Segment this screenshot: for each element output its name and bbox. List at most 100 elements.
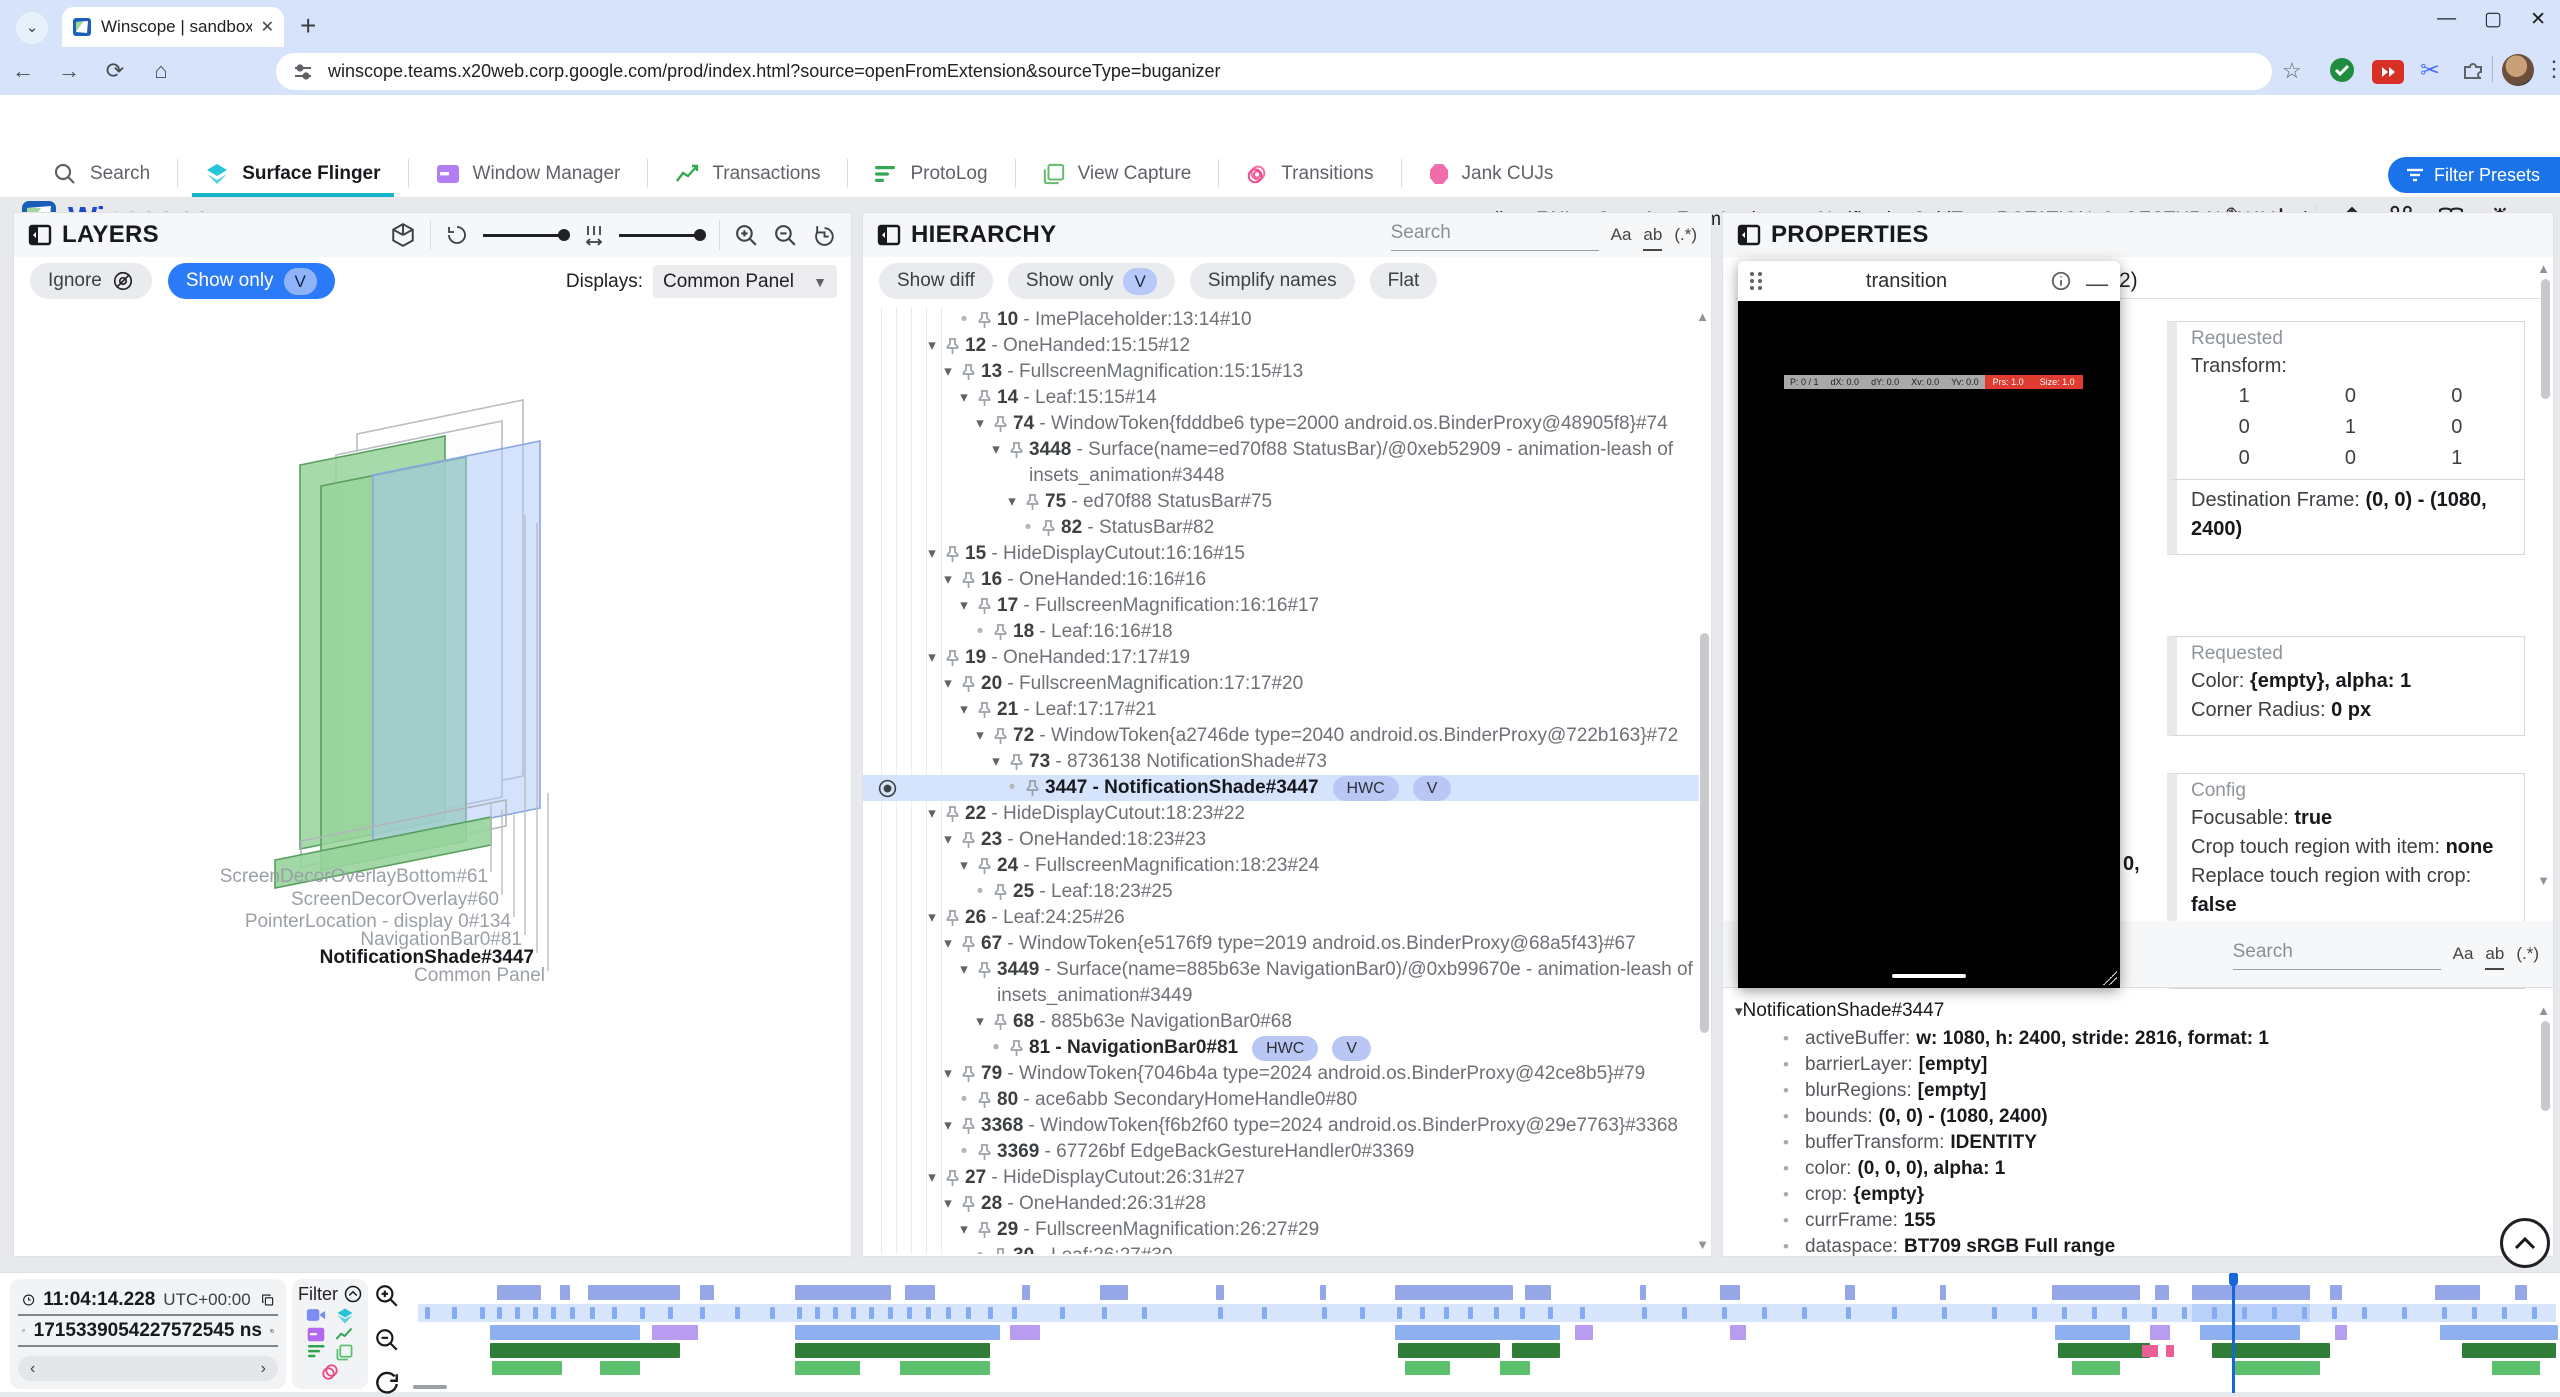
expand-arrow-icon[interactable]: ▾: [952, 853, 976, 879]
expand-arrow-icon[interactable]: ▾: [936, 671, 960, 697]
hierarchy-row-73[interactable]: ▾73 - 8736138 NotificationShade#73: [863, 749, 1699, 775]
hierarchy-row-24[interactable]: ▾24 - FullscreenMagnification:18:23#24: [863, 853, 1699, 879]
hierarchy-row-15[interactable]: ▾15 - HideDisplayCutout:16:16#15: [863, 541, 1699, 567]
profile-avatar[interactable]: [2502, 54, 2534, 86]
properties-tree-scrollbar[interactable]: [2541, 1021, 2550, 1111]
expand-arrow-icon[interactable]: ▾: [920, 645, 944, 671]
minimize-icon[interactable]: —: [2086, 271, 2108, 297]
hierarchy-row-21[interactable]: ▾21 - Leaf:17:17#21: [863, 697, 1699, 723]
properties-scrollbar[interactable]: [2541, 279, 2550, 399]
properties-tree[interactable]: ▾NotificationShade#3447•activeBuffer:w: …: [1735, 997, 2537, 1256]
expand-arrow-icon[interactable]: ▾: [936, 1191, 960, 1217]
protolog-icon[interactable]: [308, 1344, 326, 1358]
hierarchy-row-10[interactable]: •10 - ImePlaceholder:13:14#10: [863, 307, 1699, 333]
tab-search-button[interactable]: ⌄: [16, 12, 48, 44]
property-item-crop[interactable]: •crop:{empty}: [1735, 1182, 2537, 1208]
show-only-v-button[interactable]: Show only V: [168, 263, 335, 299]
collapse-timeline-button[interactable]: [2500, 1218, 2550, 1268]
resize-handle[interactable]: [2103, 971, 2117, 985]
address-bar[interactable]: winscope.teams.x20web.corp.google.com/pr…: [276, 53, 2272, 90]
rotation-icon[interactable]: [445, 223, 469, 247]
3d-view-icon[interactable]: [390, 222, 416, 248]
expand-arrow-icon[interactable]: ▾: [968, 723, 992, 749]
extensions-puzzle-icon[interactable]: [2460, 57, 2486, 83]
tab-close-icon[interactable]: ✕: [261, 17, 274, 37]
collapse-filter-icon[interactable]: [344, 1283, 362, 1305]
spacing-icon[interactable]: [583, 223, 605, 247]
new-tab-button[interactable]: +: [300, 10, 316, 42]
hierarchy-row-19[interactable]: ▾19 - OneHanded:17:17#19: [863, 645, 1699, 671]
hierarchy-row-12[interactable]: ▾12 - OneHanded:15:15#12: [863, 333, 1699, 359]
minimap-window[interactable]: [2192, 1304, 2310, 1322]
hierarchy-row-3368[interactable]: ▾3368 - WindowToken{f6b2f60 type=2024 an…: [863, 1113, 1699, 1139]
timeline-hscroll[interactable]: ‹ ›: [18, 1356, 278, 1381]
visibility-icon[interactable]: [877, 778, 898, 799]
tab-transitions[interactable]: Transitions: [1219, 150, 1400, 197]
bookmark-star-icon[interactable]: ☆: [2282, 58, 2302, 84]
hierarchy-row-17[interactable]: ▾17 - FullscreenMagnification:16:16#17: [863, 593, 1699, 619]
hierarchy-scrollbar[interactable]: [1700, 633, 1709, 1033]
transitions-icon[interactable]: [321, 1363, 339, 1381]
scroll-down-icon[interactable]: ▼: [2537, 873, 2550, 888]
site-settings-icon[interactable]: [292, 61, 314, 83]
expand-arrow-icon[interactable]: ▾: [920, 801, 944, 827]
ignore-button[interactable]: Ignore: [30, 263, 152, 299]
hierarchy-row-67[interactable]: ▾67 - WindowToken{e5176f9 type=2019 andr…: [863, 931, 1699, 957]
tab-jank-cujs[interactable]: Jank CUJs: [1402, 150, 1581, 197]
timeline-cursor-handle[interactable]: [2229, 1273, 2238, 1286]
expand-arrow-icon[interactable]: ▾: [952, 1217, 976, 1243]
hierarchy-row-20[interactable]: ▾20 - FullscreenMagnification:17:17#20: [863, 671, 1699, 697]
maximize-icon[interactable]: ▢: [2484, 8, 2502, 31]
hierarchy-row-30[interactable]: •30 - Leaf:26:27#30: [863, 1243, 1699, 1254]
tab-view-capture[interactable]: View Capture: [1016, 150, 1219, 197]
hierarchy-row-80[interactable]: •80 - ace6abb SecondaryHomeHandle0#80: [863, 1087, 1699, 1113]
extension-scissors-icon[interactable]: ✂: [2420, 56, 2440, 85]
show-only-v-button[interactable]: Show only V: [1008, 263, 1175, 299]
property-item-bounds[interactable]: •bounds:(0, 0) - (1080, 2400): [1735, 1104, 2537, 1130]
expand-arrow-icon[interactable]: ▾: [984, 437, 1008, 463]
expand-arrow-icon[interactable]: ▾: [920, 333, 944, 359]
zoom-out-icon[interactable]: [773, 223, 798, 248]
tab-window-manager[interactable]: Window Manager: [409, 150, 648, 197]
transactions-icon[interactable]: [335, 1327, 353, 1342]
hierarchy-row-74[interactable]: ▾74 - WindowToken{fdddbe6 type=2000 andr…: [863, 411, 1699, 437]
extension-red-icon[interactable]: [2372, 60, 2404, 84]
expand-arrow-icon[interactable]: ▾: [952, 593, 976, 619]
expand-arrow-icon[interactable]: ▾: [920, 1165, 944, 1191]
property-item-activeBuffer[interactable]: •activeBuffer:w: 1080, h: 2400, stride: …: [1735, 1026, 2537, 1052]
property-item-color[interactable]: •color:(0, 0, 0), alpha: 1: [1735, 1156, 2537, 1182]
timeline-reset-zoom-icon[interactable]: [374, 1371, 400, 1397]
timeline-zoom-in-icon[interactable]: [374, 1283, 400, 1309]
tab-protolog[interactable]: ProtoLog: [848, 150, 1014, 197]
window-manager-icon[interactable]: [307, 1327, 325, 1342]
view-capture-icon[interactable]: [336, 1344, 353, 1361]
layer-label[interactable]: Common Panel: [414, 965, 545, 987]
extension-green-icon[interactable]: [2328, 56, 2356, 84]
rotation-slider[interactable]: [483, 234, 569, 237]
close-icon[interactable]: ✕: [2530, 8, 2546, 31]
timeline-zoom-out-icon[interactable]: [374, 1327, 400, 1353]
match-case-icon[interactable]: Aa: [1611, 225, 1632, 251]
hierarchy-row-23[interactable]: ▾23 - OneHanded:18:23#23: [863, 827, 1699, 853]
browser-menu-icon[interactable]: ⋮: [2543, 56, 2560, 82]
displays-dropdown[interactable]: Common Panel▼: [653, 265, 837, 298]
forward-icon[interactable]: →: [46, 58, 92, 84]
expand-arrow-icon[interactable]: ▾: [920, 541, 944, 567]
tab-search[interactable]: Search: [26, 150, 177, 197]
minimize-icon[interactable]: —: [2437, 8, 2456, 31]
hierarchy-row-3449[interactable]: ▾3449 - Surface(name=885b63e NavigationB…: [863, 957, 1699, 1009]
panel-dock-icon[interactable]: [877, 223, 901, 247]
match-word-icon[interactable]: ab: [1643, 225, 1662, 251]
expand-arrow-icon[interactable]: ▾: [936, 567, 960, 593]
drag-handle-icon[interactable]: [1750, 272, 1763, 290]
match-case-icon[interactable]: Aa: [2453, 944, 2474, 970]
hierarchy-row-3447[interactable]: •3447 - NotificationShade#3447HWCV: [863, 775, 1699, 801]
hierarchy-row-72[interactable]: ▾72 - WindowToken{a2746de type=2040 andr…: [863, 723, 1699, 749]
hierarchy-tree[interactable]: •10 - ImePlaceholder:13:14#10▾12 - OneHa…: [863, 307, 1699, 1254]
expand-arrow-icon[interactable]: ▾: [984, 749, 1008, 775]
hierarchy-row-16[interactable]: ▾16 - OneHanded:16:16#16: [863, 567, 1699, 593]
hierarchy-row-68[interactable]: ▾68 - 885b63e NavigationBar0#68: [863, 1009, 1699, 1035]
panel-dock-icon[interactable]: [28, 223, 52, 247]
expand-arrow-icon[interactable]: ▾: [968, 1009, 992, 1035]
expand-arrow-icon[interactable]: ▾: [936, 359, 960, 385]
